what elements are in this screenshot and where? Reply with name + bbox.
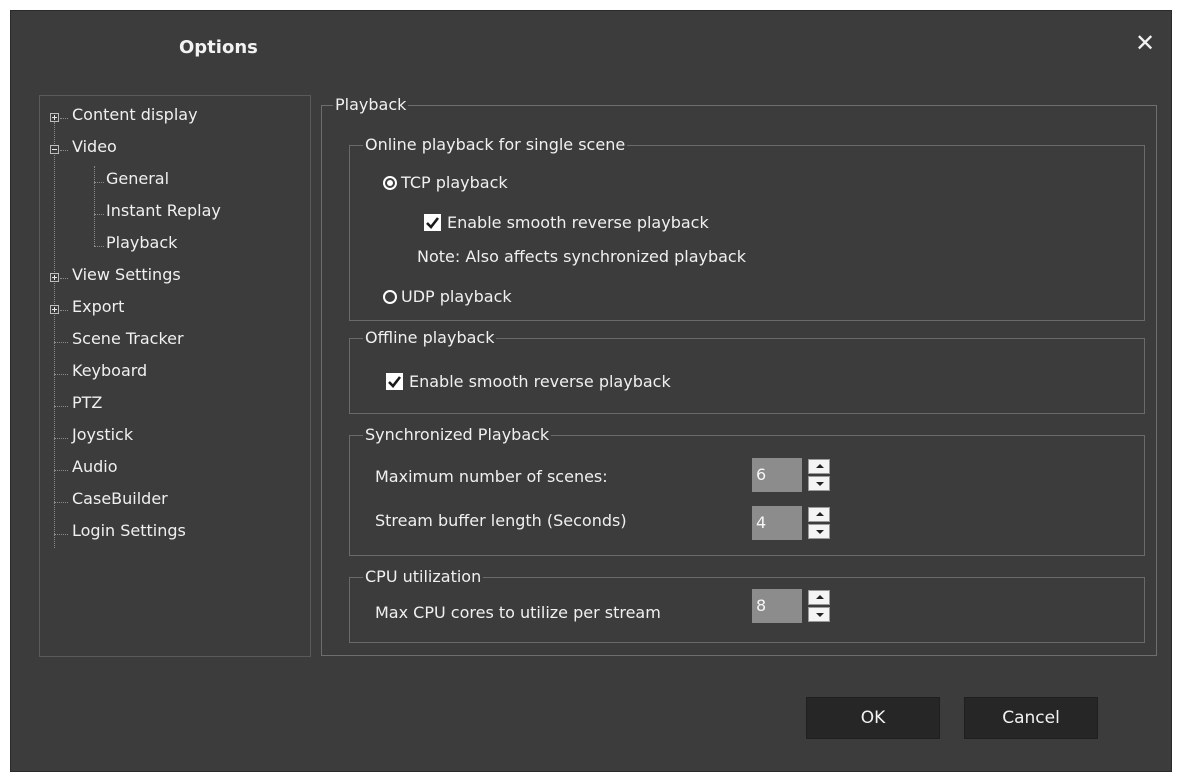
tree-connector (94, 166, 95, 246)
buffer-length-label: Stream buffer length (Seconds) (375, 511, 627, 530)
expand-icon[interactable] (50, 305, 59, 314)
options-tree: Content display Video General Instant Re… (39, 95, 311, 657)
tree-connector (54, 502, 68, 503)
decrement-arrow-icon[interactable] (808, 476, 830, 491)
udp-radio[interactable] (383, 290, 397, 304)
online-group-title: Online playback for single scene (363, 135, 628, 154)
expand-icon[interactable] (50, 113, 59, 122)
panel-title: Playback (333, 95, 409, 114)
cpu-cores-stepper[interactable]: 8 (752, 589, 835, 623)
dialog-title: Options (179, 37, 258, 58)
title-bar: Options ✕ (11, 11, 1171, 73)
offline-smooth-reverse-checkbox[interactable] (386, 373, 403, 390)
tcp-label[interactable]: TCP playback (401, 173, 508, 192)
cpu-cores-spin-buttons (805, 589, 835, 623)
cpu-cores-value[interactable]: 8 (752, 589, 802, 623)
tree-item-view-settings[interactable]: View Settings (72, 265, 181, 284)
increment-arrow-icon[interactable] (808, 590, 830, 605)
tree-item-login-settings[interactable]: Login Settings (72, 521, 186, 540)
synchronized-playback-group (349, 435, 1145, 556)
buffer-length-stepper[interactable]: 4 (752, 506, 835, 540)
tree-connector (54, 438, 68, 439)
max-scenes-stepper[interactable]: 6 (752, 458, 835, 492)
sync-group-title: Synchronized Playback (363, 425, 552, 444)
tcp-radio[interactable] (383, 176, 397, 190)
cancel-button[interactable]: Cancel (964, 697, 1098, 739)
buffer-length-spin-buttons (805, 506, 835, 540)
tree-connector (94, 182, 104, 183)
tree-item-content-display[interactable]: Content display (72, 105, 198, 124)
udp-label[interactable]: UDP playback (401, 287, 512, 306)
expand-icon[interactable] (50, 273, 59, 282)
tree-connector (54, 534, 68, 535)
tree-connector (60, 150, 68, 151)
tree-item-general[interactable]: General (106, 169, 169, 188)
offline-group-title: Offline playback (363, 328, 497, 347)
offline-smooth-reverse-label[interactable]: Enable smooth reverse playback (409, 372, 671, 391)
tree-item-instant-replay[interactable]: Instant Replay (106, 201, 221, 220)
smooth-reverse-label[interactable]: Enable smooth reverse playback (447, 213, 709, 232)
tree-connector (54, 342, 68, 343)
tree-connector (54, 374, 68, 375)
collapse-icon[interactable] (50, 145, 59, 154)
smooth-reverse-checkbox[interactable] (424, 214, 441, 231)
tree-item-video[interactable]: Video (72, 137, 117, 156)
tree-connector (60, 278, 68, 279)
tree-connector (54, 470, 68, 471)
close-icon[interactable]: ✕ (1133, 31, 1157, 55)
sync-note: Note: Also affects synchronized playback (417, 247, 746, 266)
tree-connector (54, 406, 68, 407)
tree-connector (94, 214, 104, 215)
tree-item-playback[interactable]: Playback (106, 233, 177, 252)
tree-item-keyboard[interactable]: Keyboard (72, 361, 147, 380)
options-dialog: Options ✕ Content display Video General … (10, 10, 1172, 772)
tree-connector (54, 122, 55, 548)
tree-connector (60, 118, 68, 119)
increment-arrow-icon[interactable] (808, 507, 830, 522)
cpu-cores-label: Max CPU cores to utilize per stream (375, 603, 661, 622)
max-scenes-label: Maximum number of scenes: (375, 467, 608, 486)
decrement-arrow-icon[interactable] (808, 524, 830, 539)
buffer-length-value[interactable]: 4 (752, 506, 802, 540)
tree-item-scene-tracker[interactable]: Scene Tracker (72, 329, 184, 348)
tree-connector (60, 310, 68, 311)
ok-button[interactable]: OK (806, 697, 940, 739)
tree-connector (94, 246, 104, 247)
max-scenes-value[interactable]: 6 (752, 458, 802, 492)
cpu-group-title: CPU utilization (363, 567, 484, 586)
tree-item-audio[interactable]: Audio (72, 457, 117, 476)
tree-item-casebuilder[interactable]: CaseBuilder (72, 489, 168, 508)
tree-item-joystick[interactable]: Joystick (72, 425, 133, 444)
decrement-arrow-icon[interactable] (808, 607, 830, 622)
max-scenes-spin-buttons (805, 458, 835, 492)
tree-item-export[interactable]: Export (72, 297, 124, 316)
tree-item-ptz[interactable]: PTZ (72, 393, 102, 412)
increment-arrow-icon[interactable] (808, 459, 830, 474)
